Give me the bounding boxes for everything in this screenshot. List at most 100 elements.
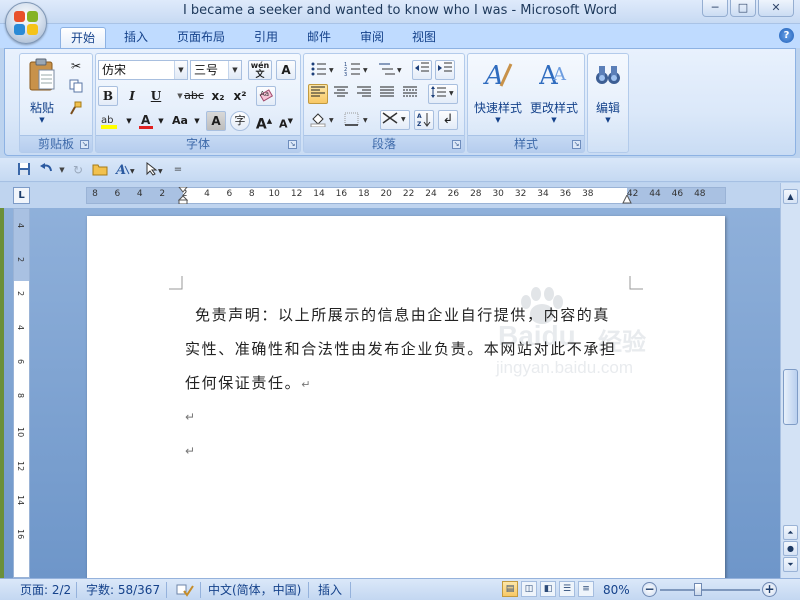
tab-selector[interactable]: L: [13, 187, 30, 204]
cut-button[interactable]: ✂: [66, 56, 86, 76]
proofing-icon[interactable]: [176, 582, 194, 598]
prev-page-button[interactable]: ⏶: [783, 525, 798, 540]
distributed-button[interactable]: [400, 84, 420, 104]
zoom-out-icon[interactable]: −: [642, 582, 657, 597]
right-indent-marker-icon[interactable]: [622, 195, 632, 204]
font-size-combo[interactable]: 三号 ▼: [190, 60, 242, 80]
decrease-indent-button[interactable]: [412, 60, 432, 80]
align-left-button[interactable]: [308, 84, 328, 104]
bullets-button[interactable]: ▼: [308, 60, 338, 80]
redo-icon[interactable]: ↻: [70, 162, 86, 178]
editing-button[interactable]: 编辑 ▼: [590, 58, 626, 124]
insert-mode[interactable]: 插入: [318, 582, 342, 598]
chevron-down-icon[interactable]: ▼: [174, 61, 187, 79]
zoom-slider-thumb[interactable]: [694, 583, 702, 596]
show-marks-button[interactable]: ↲: [438, 110, 458, 130]
shrink-font-button[interactable]: A▼: [276, 111, 296, 131]
next-page-button[interactable]: ⏷: [783, 557, 798, 572]
grow-font-button[interactable]: A▲: [254, 111, 274, 133]
increase-indent-button[interactable]: [435, 60, 455, 80]
change-styles-icon: AA: [538, 61, 567, 91]
clipboard-launcher-icon[interactable]: ↘: [80, 140, 89, 149]
char-shading-button[interactable]: A: [206, 111, 226, 131]
borders-button[interactable]: ▼: [342, 110, 372, 130]
justify-button[interactable]: [377, 84, 397, 104]
chevron-down-icon: ▼: [39, 116, 45, 124]
svg-text:A: A: [141, 113, 151, 127]
help-icon[interactable]: ?: [779, 28, 794, 43]
strikethrough-button[interactable]: abc: [182, 86, 206, 106]
scroll-up-button[interactable]: ▲: [783, 189, 798, 204]
paste-button[interactable]: 粘贴 ▼: [24, 58, 60, 124]
tab-home[interactable]: 开始: [60, 27, 107, 48]
underline-button[interactable]: U: [146, 86, 166, 106]
tab-review[interactable]: 审阅: [350, 27, 394, 48]
styles-launcher-icon[interactable]: ↘: [572, 140, 581, 149]
sort-button[interactable]: AZ: [414, 110, 434, 130]
print-layout-icon[interactable]: ▤: [502, 581, 518, 597]
outline-view-icon[interactable]: ☰: [559, 581, 575, 597]
chinese-layout-button[interactable]: ▼: [380, 110, 410, 130]
zoom-level[interactable]: 80%: [603, 582, 630, 598]
line-spacing-button[interactable]: ▼: [428, 84, 458, 104]
font-launcher-icon[interactable]: ↘: [288, 140, 297, 149]
office-button[interactable]: [5, 2, 47, 44]
page-count[interactable]: 页面: 2/2: [20, 582, 71, 598]
document-page[interactable]: Baidu 经验 jingyan.baidu.com 免责声明：以上所展示的信息…: [87, 216, 725, 578]
vertical-scrollbar[interactable]: ▲ ⏶ ● ⏷: [780, 183, 800, 578]
change-styles-button[interactable]: AA 更改样式 ▼: [526, 58, 582, 124]
tab-page-layout[interactable]: 页面布局: [167, 27, 235, 48]
numbering-button[interactable]: 1 2 3 ▼: [342, 60, 372, 80]
superscript-button[interactable]: x²: [230, 86, 250, 106]
quick-styles-button[interactable]: A 快速样式 ▼: [470, 58, 526, 124]
browse-object-button[interactable]: ●: [783, 541, 798, 556]
format-painter-button[interactable]: [66, 100, 86, 120]
highlight-button[interactable]: ab: [98, 111, 124, 131]
clear-format-button[interactable]: Aa: [256, 86, 276, 106]
close-button[interactable]: ✕: [758, 0, 794, 17]
tab-view[interactable]: 视图: [402, 27, 446, 48]
zoom-in-icon[interactable]: +: [762, 582, 777, 597]
chevron-down-icon[interactable]: ▼: [124, 111, 134, 131]
enclose-chars-button[interactable]: 字: [230, 111, 250, 131]
font-color-button[interactable]: A: [136, 111, 156, 131]
phonetic-guide-button[interactable]: wén 文: [248, 60, 272, 80]
tab-mailings[interactable]: 邮件: [297, 27, 341, 48]
full-screen-reading-icon[interactable]: ◫: [521, 581, 537, 597]
chevron-down-icon[interactable]: ▼: [192, 111, 202, 131]
font-name-combo[interactable]: 仿宋 ▼: [98, 60, 188, 80]
tab-insert[interactable]: 插入: [114, 27, 158, 48]
customize-qat-icon[interactable]: =: [170, 162, 186, 178]
indent-marker-icon[interactable]: [178, 187, 188, 204]
open-folder-icon[interactable]: [92, 162, 108, 178]
align-right-button[interactable]: [354, 84, 374, 104]
save-icon[interactable]: [16, 162, 32, 178]
chevron-down-icon[interactable]: ▼: [54, 162, 70, 178]
draft-view-icon[interactable]: ≡: [578, 581, 594, 597]
tab-references[interactable]: 引用: [244, 27, 288, 48]
horizontal-ruler[interactable]: 8 6 4 2 2 4 6 8 10 12 14 16 18 20 22 24 26 28 30 32 34 36 38 42…: [86, 187, 726, 204]
align-center-button[interactable]: [331, 84, 351, 104]
multilevel-list-button[interactable]: ▼: [376, 60, 406, 80]
format-icon[interactable]: A ▼: [114, 162, 138, 178]
language[interactable]: 中文(简体，中国): [208, 582, 301, 598]
char-border-button[interactable]: A: [276, 60, 296, 80]
scroll-thumb[interactable]: [783, 369, 798, 425]
vertical-ruler[interactable]: 4 2 2 4 6 8 10 12 14 16: [13, 208, 30, 578]
italic-button[interactable]: I: [122, 86, 142, 106]
chevron-down-icon[interactable]: ▼: [228, 61, 241, 79]
bold-button[interactable]: B: [98, 86, 118, 106]
word-count[interactable]: 字数: 58/367: [86, 582, 160, 598]
zoom-slider[interactable]: [660, 589, 760, 591]
copy-button[interactable]: [66, 78, 86, 98]
restore-button[interactable]: □: [730, 0, 756, 17]
cursor-select-icon[interactable]: ▼: [144, 161, 166, 178]
subscript-button[interactable]: x₂: [208, 86, 228, 106]
minimize-button[interactable]: ─: [702, 0, 728, 17]
web-layout-icon[interactable]: ◧: [540, 581, 556, 597]
paragraph-launcher-icon[interactable]: ↘: [452, 140, 461, 149]
change-case-button[interactable]: Aa: [168, 111, 192, 131]
shading-button[interactable]: ▼: [308, 110, 338, 130]
undo-icon[interactable]: [38, 162, 54, 178]
chevron-down-icon[interactable]: ▼: [156, 111, 166, 131]
